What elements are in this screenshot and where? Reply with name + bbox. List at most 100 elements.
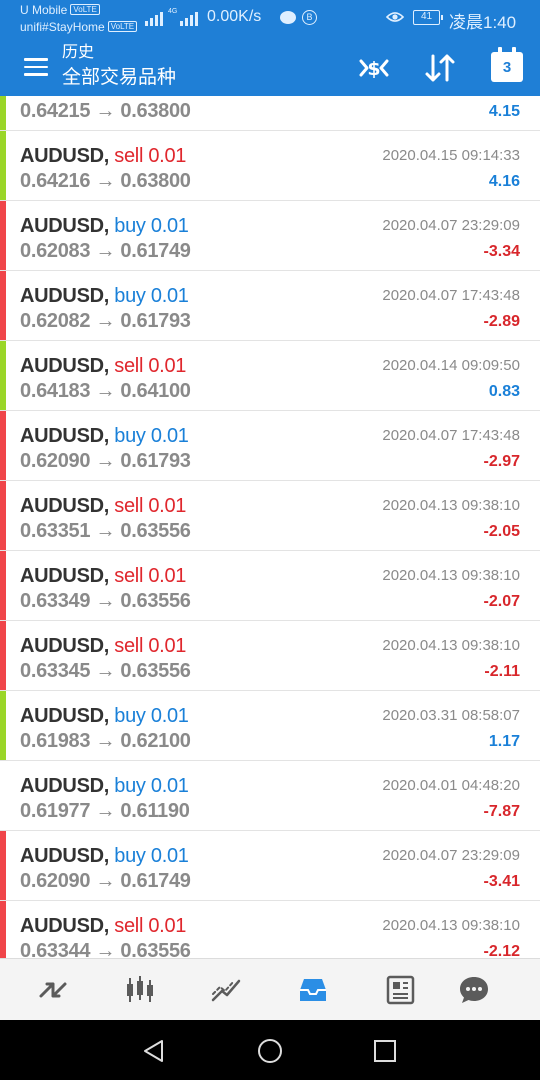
- deal-prices: 0.62083 → 0.61749: [20, 239, 191, 263]
- arrow-right-icon: →: [90, 870, 121, 892]
- sort-icon[interactable]: [423, 52, 457, 84]
- deal-volume: 0.01: [150, 425, 189, 447]
- deal-volume: 0.01: [148, 145, 187, 167]
- deal-volume: 0.01: [150, 285, 189, 307]
- deal-close-price: 0.63556: [120, 520, 191, 542]
- calendar-icon[interactable]: 3: [491, 47, 523, 82]
- deal-row[interactable]: AUDUSD, sell 0.01 0.63349 → 0.63556 2020.0…: [0, 551, 540, 621]
- back-icon[interactable]: [140, 1037, 168, 1065]
- deal-row[interactable]: AUDUSD, sell 0.01 0.63351 → 0.63556 2020.0…: [0, 481, 540, 551]
- deal-title: AUDUSD, sell 0.01: [20, 354, 186, 378]
- news-tab-icon: [386, 975, 415, 1005]
- recents-icon[interactable]: [371, 1037, 399, 1065]
- arrow-right-icon: →: [90, 450, 121, 472]
- home-icon[interactable]: [256, 1037, 284, 1065]
- deal-direction-marker: [0, 551, 6, 620]
- deal-time: 2020.04.14 09:09:50: [382, 357, 520, 374]
- deal-symbol: AUDUSD,: [20, 705, 110, 727]
- deal-direction-marker: [0, 481, 6, 550]
- deal-type: sell: [114, 565, 144, 587]
- deal-row[interactable]: AUDUSD, sell 0.01 0.64183 → 0.64100 2020.0…: [0, 341, 540, 411]
- deal-close-price: 0.61749: [120, 870, 191, 892]
- deal-open-price: 0.61983: [20, 730, 91, 752]
- deal-profit: -2.11: [484, 663, 520, 680]
- deal-symbol: AUDUSD,: [20, 425, 110, 447]
- symbol-filter[interactable]: 全部交易品种: [62, 66, 176, 90]
- deal-profit: -2.05: [483, 523, 520, 540]
- deal-profit: 4.15: [488, 103, 520, 120]
- signal-icon: [145, 10, 163, 26]
- deal-prices: 0.62090 → 0.61749: [20, 869, 191, 893]
- status-bar: U Mobile VoLTE unifi#StayHome VoLTE 4G 0.0…: [0, 0, 540, 40]
- volte-badge-1: VoLTE: [70, 4, 100, 15]
- deal-prices: 0.63349 → 0.63556: [20, 589, 191, 613]
- history-deals-list[interactable]: 0.64215 → 0.63800 4.15 AUDUSD, sell 0.01 0.…: [0, 96, 540, 958]
- deal-open-price: 0.63351: [20, 520, 91, 542]
- deal-close-price: 0.61190: [120, 800, 190, 822]
- deal-row[interactable]: AUDUSD, buy 0.01 0.61983 → 0.62100 2020.03…: [0, 691, 540, 761]
- app-bar: 历史 全部交易品种 $ 3: [0, 40, 540, 96]
- deal-row[interactable]: AUDUSD, buy 0.01 0.62082 → 0.61793 2020.04…: [0, 271, 540, 341]
- chart-tab[interactable]: [97, 959, 183, 1021]
- deal-row[interactable]: AUDUSD, sell 0.01 0.64216 → 0.63800 2020.0…: [0, 131, 540, 201]
- deal-volume: 0.01: [148, 635, 187, 657]
- arrow-right-icon: →: [90, 660, 121, 682]
- deal-type: buy: [114, 705, 146, 727]
- deal-title: AUDUSD, sell 0.01: [20, 634, 186, 658]
- currency-icon[interactable]: $: [357, 52, 391, 84]
- battery-icon: 41: [413, 10, 443, 25]
- history-tab[interactable]: [270, 959, 356, 1021]
- deal-row[interactable]: 0.64215 → 0.63800 4.15: [0, 96, 540, 131]
- messages-tab[interactable]: [431, 959, 517, 1021]
- deal-open-price: 0.64183: [20, 380, 91, 402]
- deal-direction-marker: [0, 96, 6, 130]
- clock: 凌晨1:40: [449, 13, 517, 32]
- deal-row[interactable]: AUDUSD, sell 0.01 0.63344 → 0.63556 2020.0…: [0, 901, 540, 958]
- deal-type: buy: [114, 215, 146, 237]
- deal-symbol: AUDUSD,: [20, 355, 110, 377]
- menu-icon[interactable]: [24, 58, 48, 76]
- deal-profit: 0.83: [488, 383, 520, 400]
- arrow-right-icon: →: [90, 170, 121, 192]
- arrow-right-icon: →: [90, 100, 121, 122]
- deal-symbol: AUDUSD,: [20, 915, 110, 937]
- deal-prices: 0.63351 → 0.63556: [20, 519, 191, 543]
- deal-close-price: 0.63800: [120, 170, 191, 192]
- history-tab-icon: [300, 979, 326, 1001]
- deal-direction-marker: [0, 271, 6, 340]
- deal-close-price: 0.61749: [120, 240, 191, 262]
- deal-profit: -2.12: [483, 943, 520, 958]
- deal-volume: 0.01: [150, 845, 189, 867]
- deal-prices: 0.62082 → 0.61793: [20, 309, 191, 333]
- deal-profit: -3.34: [483, 243, 520, 260]
- deal-title: AUDUSD, sell 0.01: [20, 914, 186, 938]
- deal-open-price: 0.64216: [20, 170, 91, 192]
- deal-title: AUDUSD, sell 0.01: [20, 144, 186, 168]
- deal-type: sell: [114, 635, 144, 657]
- deal-type: sell: [114, 145, 144, 167]
- deal-prices: 0.61983 → 0.62100: [20, 729, 191, 753]
- deal-time: 2020.04.07 17:43:48: [382, 287, 520, 304]
- trade-tab[interactable]: [183, 959, 269, 1021]
- arrow-right-icon: →: [90, 590, 121, 612]
- deal-row[interactable]: AUDUSD, buy 0.01 0.61977 → 0.61190 2020.04…: [0, 761, 540, 831]
- deal-row[interactable]: AUDUSD, buy 0.01 0.62090 → 0.61749 2020.04…: [0, 831, 540, 901]
- deal-row[interactable]: AUDUSD, sell 0.01 0.63345 → 0.63556 2020.0…: [0, 621, 540, 691]
- deal-close-price: 0.64100: [120, 380, 191, 402]
- deal-open-price: 0.63345: [20, 660, 91, 682]
- deal-symbol: AUDUSD,: [20, 845, 110, 867]
- deal-row[interactable]: AUDUSD, buy 0.01 0.62090 → 0.61793 2020.04…: [0, 411, 540, 481]
- quotes-tab[interactable]: [10, 959, 96, 1021]
- bottom-tab-bar: [0, 958, 540, 1020]
- carrier-name-1: U Mobile: [20, 3, 68, 17]
- deal-prices: 0.64183 → 0.64100: [20, 379, 191, 403]
- deal-close-price: 0.63556: [120, 590, 191, 612]
- deal-direction-marker: [0, 131, 6, 200]
- deal-row[interactable]: AUDUSD, buy 0.01 0.62083 → 0.61749 2020.04…: [0, 201, 540, 271]
- trade-tab-icon: [211, 979, 241, 1002]
- signal-icon: [180, 10, 198, 26]
- deal-type: sell: [114, 495, 144, 517]
- deal-open-price: 0.62090: [20, 450, 91, 472]
- deal-profit: -2.97: [483, 453, 520, 470]
- arrow-right-icon: →: [90, 800, 121, 822]
